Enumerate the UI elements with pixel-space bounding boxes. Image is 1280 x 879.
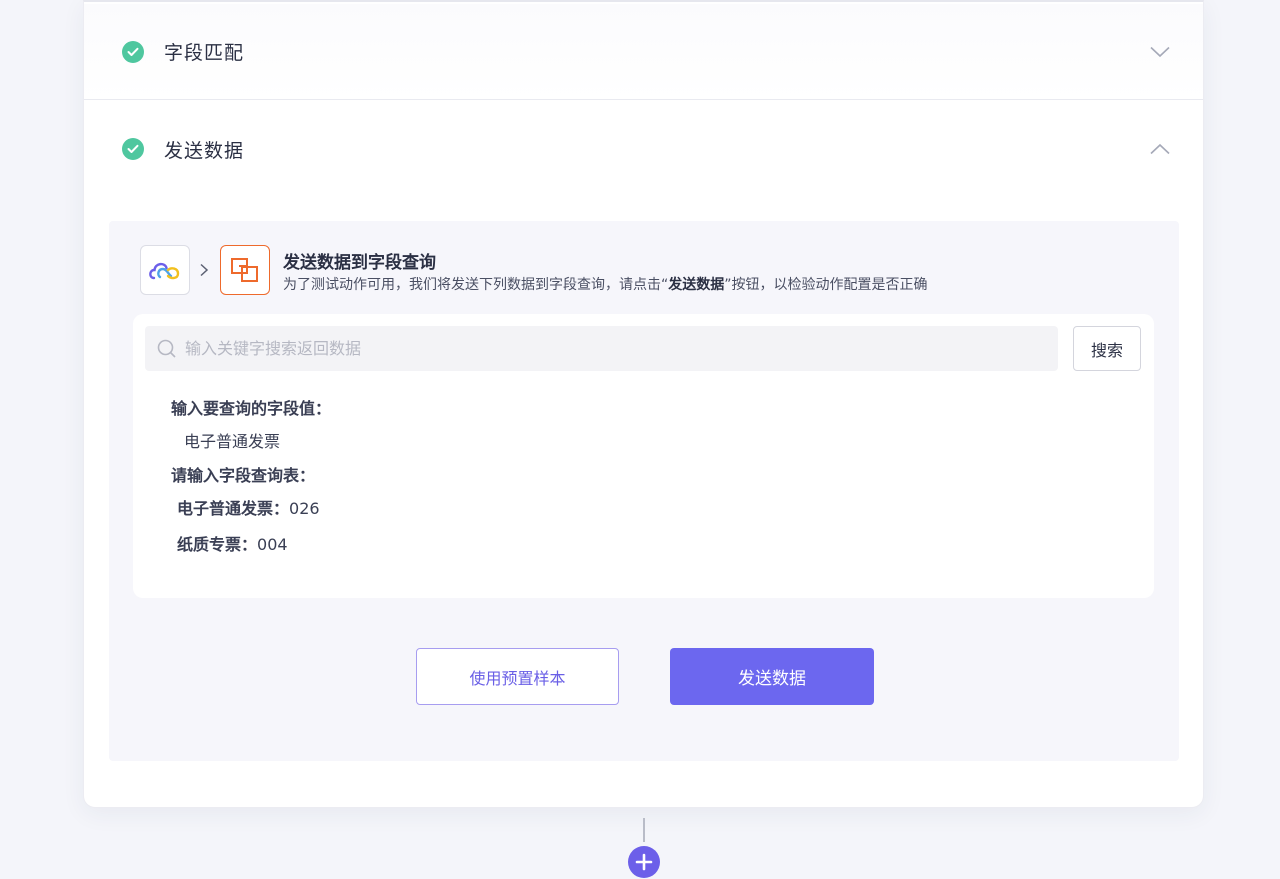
- section-send-data[interactable]: 发送数据: [84, 101, 1203, 197]
- step-connector: [643, 818, 645, 842]
- cloud-app-icon: [140, 245, 190, 295]
- field-value: 电子普通发票: [184, 432, 281, 451]
- chevron-right-icon: [200, 263, 209, 277]
- search-icon: [157, 339, 176, 358]
- send-data-button[interactable]: 发送数据: [670, 648, 874, 705]
- use-sample-button[interactable]: 使用预置样本: [416, 648, 619, 705]
- lookup-row: 电子普通发票：026: [177, 499, 320, 518]
- data-preview: 搜索 输入要查询的字段值： 电子普通发票 请输入字段查询表： 电子普通发票：02…: [133, 314, 1154, 598]
- search-button[interactable]: 搜索: [1073, 326, 1141, 371]
- section-field-matching[interactable]: 字段匹配: [84, 4, 1203, 100]
- lookup-row: 纸质专票：004: [177, 535, 288, 554]
- step-card: 字段匹配 发送数据 发送数据到字段查询 为了测试动作可用，我们将发送下列数据到字…: [83, 0, 1204, 808]
- panel-title: 发送数据到字段查询: [283, 253, 436, 273]
- check-circle-icon: [122, 40, 144, 63]
- send-data-panel: 发送数据到字段查询 为了测试动作可用，我们将发送下列数据到字段查询，请点击“发送…: [109, 221, 1179, 761]
- search-box[interactable]: [145, 326, 1058, 371]
- panel-description: 为了测试动作可用，我们将发送下列数据到字段查询，请点击“发送数据”按钮，以检验动…: [283, 277, 928, 293]
- check-circle-icon: [122, 138, 144, 160]
- plus-circle-icon[interactable]: [628, 846, 660, 878]
- section-title: 发送数据: [164, 139, 245, 162]
- search-input[interactable]: [185, 339, 1045, 358]
- field-value-label: 输入要查询的字段值：: [171, 399, 332, 418]
- field-lookup-icon: [220, 245, 270, 295]
- lookup-table-label: 请输入字段查询表：: [171, 466, 316, 485]
- chevron-up-icon[interactable]: [1150, 143, 1170, 155]
- chevron-down-icon[interactable]: [1150, 46, 1170, 58]
- section-title: 字段匹配: [164, 42, 245, 64]
